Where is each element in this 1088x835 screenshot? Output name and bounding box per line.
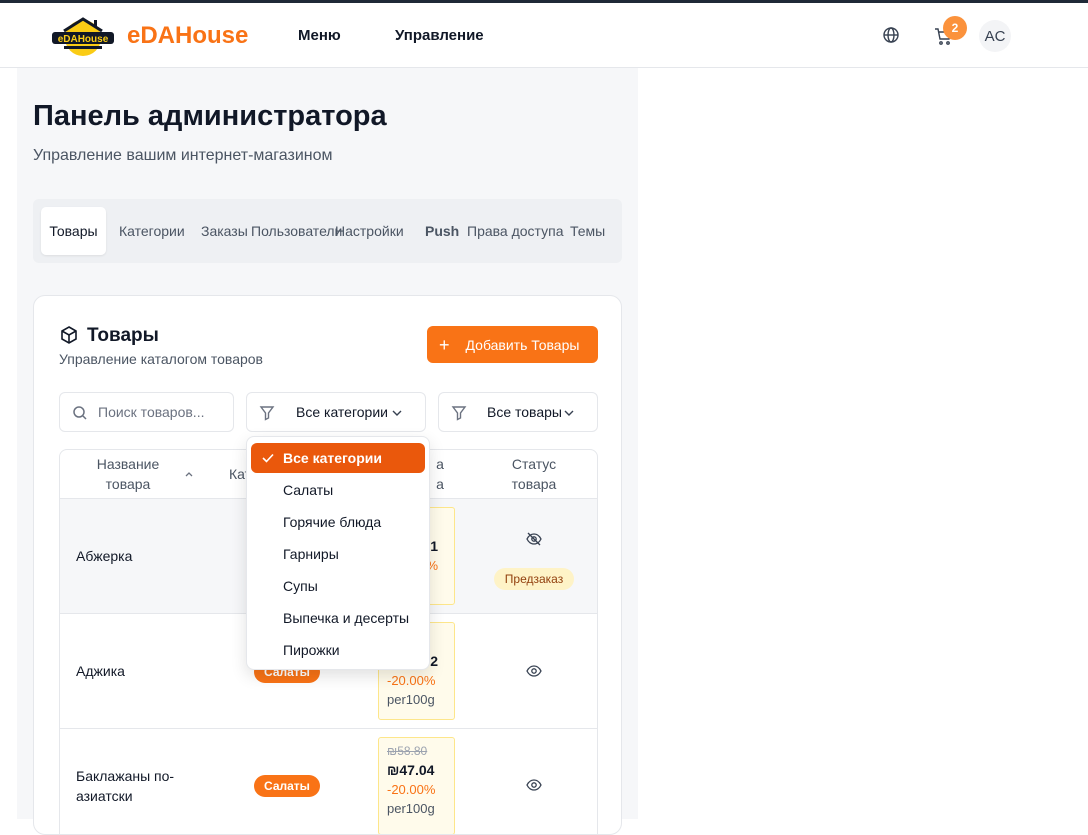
- price-discount: -20.00%: [387, 673, 436, 688]
- products-subtitle: Управление каталогом товаров: [59, 351, 263, 367]
- filter-icon: [259, 406, 275, 421]
- dropdown-option-side-dishes[interactable]: Гарниры: [251, 539, 425, 569]
- category-select-value: Все категории: [296, 404, 388, 420]
- svg-text:eDAHouse: eDAHouse: [58, 34, 109, 45]
- tab-access-rights[interactable]: Права доступа: [467, 223, 563, 239]
- cart-count-badge: 2: [943, 16, 967, 40]
- filter-icon: [451, 406, 467, 421]
- product-name: Аджика: [76, 663, 125, 679]
- tab-users[interactable]: Пользователи: [251, 223, 342, 239]
- tab-settings[interactable]: Настройки: [335, 223, 404, 239]
- header: eDAHouse eDAHouse Меню Управление 2 AC: [0, 3, 1088, 68]
- add-product-button[interactable]: + Добавить Товары: [427, 326, 598, 363]
- dropdown-option-all[interactable]: Все категории: [251, 443, 425, 473]
- product-select[interactable]: Все товары: [438, 392, 598, 432]
- search-input[interactable]: [98, 401, 228, 423]
- product-name: Абжерка: [76, 548, 133, 564]
- globe-icon[interactable]: [882, 26, 900, 44]
- dropdown-option-hot-dishes[interactable]: Горячие блюда: [251, 507, 425, 537]
- product-name: Баклажаны по-азиатски: [76, 768, 175, 804]
- search-icon: [73, 406, 87, 420]
- add-product-label: Добавить Товары: [465, 336, 580, 353]
- price-old: ₪58.80: [387, 744, 428, 758]
- tab-categories[interactable]: Категории: [119, 223, 185, 239]
- products-title: Товары: [87, 325, 159, 346]
- brand-title[interactable]: eDAHouse: [127, 22, 248, 50]
- category-dropdown: Все категории Салаты Горячие блюда Гарни…: [246, 436, 430, 670]
- eye-off-icon[interactable]: [526, 531, 542, 547]
- box-icon: [61, 326, 77, 344]
- dropdown-option-pies[interactable]: Пирожки: [251, 635, 425, 665]
- chevron-down-icon: [564, 410, 574, 416]
- status-badge: Предзаказ: [494, 568, 574, 590]
- price-discount: -20.00%: [387, 782, 436, 797]
- eye-icon[interactable]: [526, 663, 542, 679]
- tab-products[interactable]: Товары: [41, 207, 106, 255]
- tab-push[interactable]: Push: [425, 223, 459, 239]
- column-header-name[interactable]: Название товара: [76, 450, 180, 498]
- price-box: ₪58.80 ₪47.04 -20.00% per100g: [378, 737, 455, 834]
- price-unit: per100g: [387, 801, 435, 816]
- product-select-value: Все товары: [487, 404, 562, 420]
- column-header-status: Статус товара: [511, 456, 557, 492]
- avatar[interactable]: AC: [979, 20, 1011, 52]
- tab-themes[interactable]: Темы: [570, 223, 605, 239]
- category-badge: Салаты: [254, 775, 320, 797]
- nav-menu[interactable]: Меню: [298, 27, 341, 44]
- category-select[interactable]: Все категории: [246, 392, 426, 432]
- search-box: [59, 392, 234, 432]
- check-icon: [262, 453, 274, 463]
- price-new: ₪47.04: [387, 762, 435, 778]
- tab-bar: Товары Категории Заказы Пользователи Нас…: [33, 199, 622, 263]
- dropdown-option-salads[interactable]: Салаты: [251, 475, 425, 505]
- dropdown-option-soups[interactable]: Супы: [251, 571, 425, 601]
- chevron-down-icon: [392, 410, 402, 416]
- tab-orders[interactable]: Заказы: [201, 223, 248, 239]
- dropdown-option-pastry-desserts[interactable]: Выпечка и десерты: [251, 603, 425, 633]
- plus-icon: +: [439, 334, 450, 355]
- nav-management[interactable]: Управление: [395, 27, 484, 44]
- price-unit: per100g: [387, 692, 435, 707]
- dropdown-option-label: Все категории: [283, 450, 382, 466]
- logo[interactable]: eDAHouse: [50, 15, 116, 57]
- eye-icon[interactable]: [526, 777, 542, 793]
- page-title: Панель администратора: [33, 100, 387, 132]
- page-subtitle: Управление вашим интернет-магазином: [33, 147, 333, 164]
- sort-up-icon[interactable]: [184, 470, 194, 478]
